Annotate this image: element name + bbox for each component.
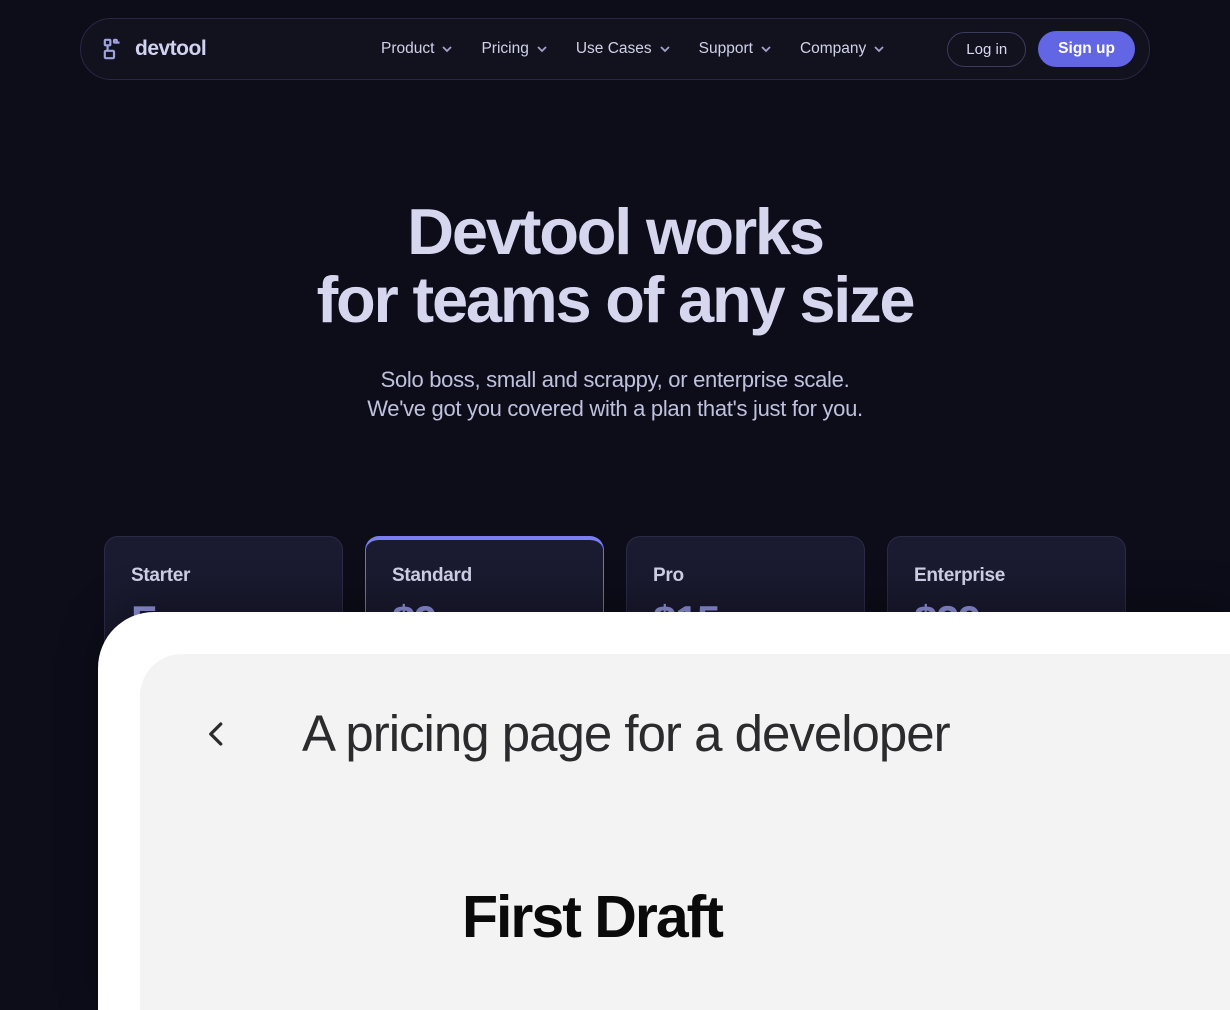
section-heading-first-draft: First Draft — [462, 883, 1230, 951]
back-button[interactable] — [202, 719, 232, 749]
login-button[interactable]: Log in — [947, 32, 1026, 67]
chevron-down-icon — [873, 43, 885, 55]
brand-logo[interactable]: devtool — [103, 37, 206, 61]
signup-button[interactable]: Sign up — [1038, 31, 1135, 67]
plan-name: Starter — [131, 565, 316, 587]
hero-title-line2: for teams of any size — [317, 263, 914, 336]
logo-icon — [103, 38, 125, 60]
chevron-down-icon — [659, 43, 671, 55]
nav-item-pricing[interactable]: Pricing — [481, 40, 547, 58]
hero: Devtool works for teams of any size Solo… — [0, 198, 1230, 424]
hero-sub-line2: We've got you covered with a plan that's… — [367, 396, 863, 421]
plan-name: Enterprise — [914, 565, 1099, 587]
nav-item-product[interactable]: Product — [381, 40, 453, 58]
nav-actions: Log in Sign up — [947, 31, 1135, 67]
plan-name: Standard — [392, 565, 577, 587]
chevron-left-icon — [202, 719, 232, 749]
nav-item-support[interactable]: Support — [699, 40, 772, 58]
hero-title: Devtool works for teams of any size — [0, 198, 1230, 335]
chevron-down-icon — [760, 43, 772, 55]
nav-label: Company — [800, 40, 866, 58]
hero-title-line1: Devtool works — [407, 195, 823, 268]
editor-title: A pricing page for a developer — [302, 704, 950, 763]
nav-item-use-cases[interactable]: Use Cases — [576, 40, 671, 58]
brand-name: devtool — [135, 37, 206, 61]
nav-label: Product — [381, 40, 434, 58]
hero-sub-line1: Solo boss, small and scrappy, or enterpr… — [381, 367, 850, 392]
nav-label: Support — [699, 40, 753, 58]
nav-label: Pricing — [481, 40, 528, 58]
editor-overlay: A pricing page for a developer First Dra… — [98, 612, 1230, 1010]
nav-item-company[interactable]: Company — [800, 40, 885, 58]
hero-subtitle: Solo boss, small and scrappy, or enterpr… — [0, 365, 1230, 424]
navbar: devtool Product Pricing Use Cases Suppor… — [80, 18, 1150, 80]
nav-label: Use Cases — [576, 40, 652, 58]
editor-panel: A pricing page for a developer First Dra… — [140, 654, 1230, 1010]
chevron-down-icon — [536, 43, 548, 55]
plan-name: Pro — [653, 565, 838, 587]
editor-header: A pricing page for a developer — [202, 704, 1230, 763]
nav-menu: Product Pricing Use Cases Support Compan… — [381, 31, 1135, 67]
chevron-down-icon — [441, 43, 453, 55]
